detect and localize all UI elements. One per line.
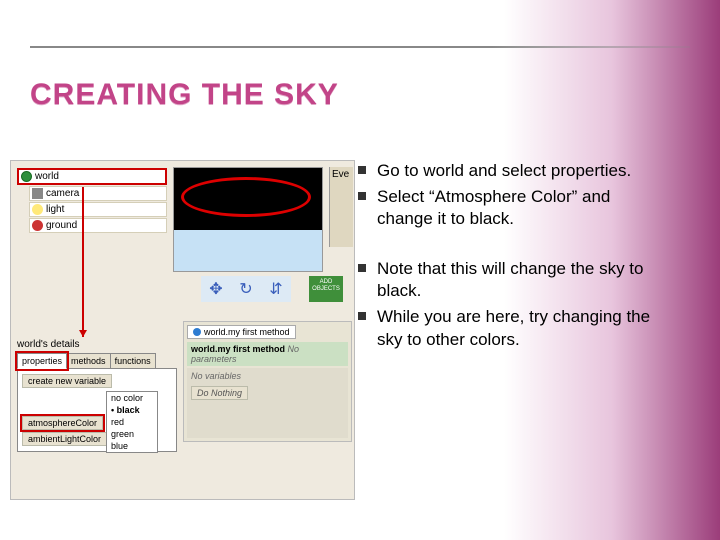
editor-tab-label: world.my first method	[204, 327, 290, 337]
events-panel: Eve	[329, 167, 353, 247]
ambient-light-row[interactable]: ambientLightColor	[22, 432, 107, 446]
color-dropdown[interactable]: no color black red green blue	[106, 391, 158, 453]
create-variable-button[interactable]: create new variable	[22, 374, 112, 388]
color-option-black[interactable]: black	[107, 404, 157, 416]
camera-controls[interactable]: ✥ ↻ ⇵	[201, 276, 291, 302]
camera-icon	[32, 188, 43, 199]
editor-body: No variables Do Nothing	[187, 368, 348, 438]
alice-screenshot: world camera light ground	[10, 160, 355, 500]
bullet-item: Select “Atmosphere Color” and change it …	[355, 186, 670, 230]
red-arrow-connector	[82, 187, 84, 337]
ground-icon	[32, 220, 43, 231]
no-variables-label: No variables	[191, 371, 344, 381]
bullet-item: While you are here, try changing the sky…	[355, 306, 670, 350]
do-nothing-block: Do Nothing	[191, 386, 248, 400]
editor-header: world.my first method No parameters	[187, 342, 348, 366]
editor-tab[interactable]: world.my first method	[187, 325, 296, 339]
color-option-none[interactable]: no color	[107, 392, 157, 404]
tree-item-world[interactable]: world	[17, 168, 167, 185]
tree-label: world	[35, 171, 59, 182]
red-callout-oval	[181, 177, 311, 217]
color-option-red[interactable]: red	[107, 416, 157, 428]
tree-item-camera[interactable]: camera	[29, 186, 167, 201]
globe-icon	[21, 171, 32, 182]
tree-label: light	[46, 204, 64, 215]
move-arrows-icon: ✥	[209, 279, 222, 299]
slide-title: CREATING THE SKY	[30, 78, 339, 112]
tilt-icon: ⇵	[269, 279, 282, 299]
atmosphere-color-row[interactable]: atmosphereColor	[22, 416, 103, 430]
color-option-green[interactable]: green	[107, 428, 157, 440]
bullet-group-1: Go to world and select properties. Selec…	[355, 160, 670, 230]
method-editor: world.my first method world.my first met…	[183, 321, 352, 442]
bullet-item: Note that this will change the sky to bl…	[355, 258, 670, 302]
top-rule	[30, 46, 690, 48]
add-objects-button[interactable]: ADD OBJECTS	[309, 276, 343, 302]
light-icon	[32, 204, 43, 215]
color-option-blue[interactable]: blue	[107, 440, 157, 452]
tab-properties[interactable]: properties	[17, 353, 67, 369]
object-tree: world camera light ground	[17, 167, 167, 234]
tree-label: ground	[46, 220, 77, 231]
instruction-text: Go to world and select properties. Selec…	[355, 160, 700, 540]
method-dot-icon	[193, 328, 201, 336]
turn-icon: ↻	[239, 279, 252, 299]
details-tabs: properties methods functions	[17, 353, 177, 369]
tab-methods[interactable]: methods	[66, 353, 111, 369]
tree-item-ground[interactable]: ground	[29, 218, 167, 233]
tree-label: camera	[46, 188, 79, 199]
tree-item-light[interactable]: light	[29, 202, 167, 217]
details-heading: world's details	[17, 339, 177, 350]
bullet-group-2: Note that this will change the sky to bl…	[355, 258, 670, 350]
bullet-item: Go to world and select properties.	[355, 160, 670, 182]
content-row: world camera light ground	[0, 160, 720, 540]
tab-functions[interactable]: functions	[110, 353, 156, 369]
